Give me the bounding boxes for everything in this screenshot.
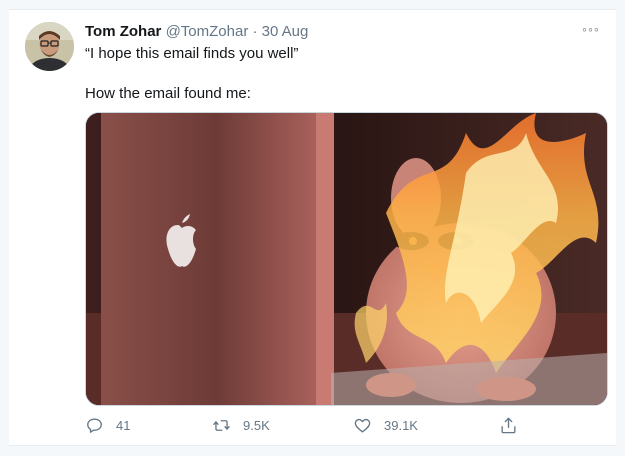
reply-count: 41: [116, 418, 131, 433]
tweet-text-line1: “I hope this email finds you well”: [85, 45, 299, 62]
retweet-icon: [213, 420, 230, 431]
author-name[interactable]: Tom Zohar: [85, 23, 161, 40]
reply-button[interactable]: 41: [85, 416, 130, 435]
avatar-image: [25, 22, 74, 71]
like-button[interactable]: 39.1K: [353, 416, 418, 435]
share-button[interactable]: [499, 416, 518, 435]
retweet-count: 9.5K: [243, 418, 270, 433]
more-icon[interactable]: ◦◦◦: [582, 22, 604, 36]
tweet-actions: 41 9.5K 39.1K: [85, 416, 525, 438]
retweet-button[interactable]: 9.5K: [212, 416, 270, 435]
like-icon: [354, 418, 371, 433]
tweet-text-line2: How the email found me:: [85, 85, 251, 102]
avatar[interactable]: [25, 22, 74, 71]
tweet-date[interactable]: 30 Aug: [262, 23, 309, 40]
tweet-card[interactable]: Tom Zohar @TomZohar · 30 Aug ◦◦◦ “I hope…: [9, 9, 616, 446]
tweet-header: Tom Zohar @TomZohar · 30 Aug: [85, 23, 308, 40]
media-illustration: [86, 113, 607, 405]
reply-icon: [87, 418, 102, 433]
author-handle[interactable]: @TomZohar: [166, 23, 249, 40]
tweet-media-image[interactable]: [85, 112, 608, 406]
separator-dot: ·: [252, 23, 258, 40]
share-icon: [501, 417, 516, 434]
like-count: 39.1K: [384, 418, 418, 433]
